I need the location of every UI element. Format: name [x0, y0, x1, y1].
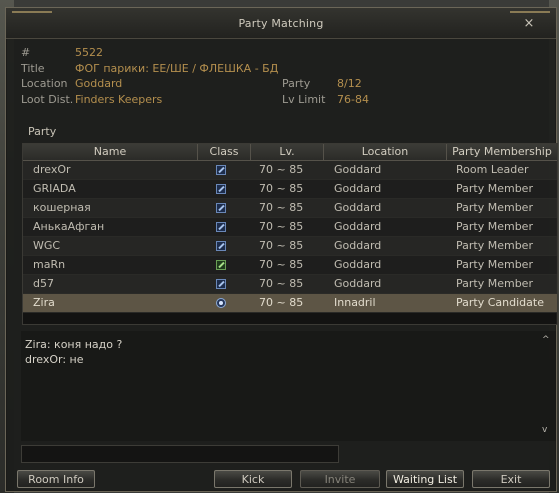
- level-limit-value: 76-84: [337, 93, 369, 106]
- column-header-name[interactable]: Name: [23, 144, 198, 160]
- member-name: maRn: [33, 258, 66, 271]
- member-location: Goddard: [334, 239, 382, 252]
- room-title-value: ФОГ парики: ЕЕ/ШЕ / ФЛЕШКА - БД: [75, 62, 279, 75]
- title-ornament-right: [510, 11, 550, 13]
- column-header-membership[interactable]: Party Membership: [447, 144, 557, 160]
- member-level-range: 70 ~ 85: [259, 201, 304, 214]
- room-info-panel: # 5522 Title ФОГ парики: ЕЕ/ШЕ / ФЛЕШКА …: [21, 46, 551, 118]
- class-sword-icon: [216, 241, 226, 251]
- loot-distribution-value: Finders Keepers: [75, 93, 163, 106]
- loot-distribution-label: Loot Dist.: [21, 93, 74, 106]
- class-staff-icon: [216, 260, 226, 270]
- room-number-value: 5522: [75, 46, 103, 59]
- invite-button[interactable]: Invite: [300, 470, 380, 488]
- window-title: Party Matching: [238, 17, 324, 30]
- title-bar[interactable]: Party Matching ×: [6, 8, 556, 39]
- member-name: кошерная: [33, 201, 91, 214]
- member-location: Goddard: [334, 201, 382, 214]
- column-header-location[interactable]: Location: [324, 144, 447, 160]
- table-header: Name Class Lv. Location Party Membership: [23, 144, 557, 161]
- member-name: d57: [33, 277, 54, 290]
- member-name: WGC: [33, 239, 61, 252]
- room-location-value: Goddard: [75, 77, 123, 90]
- member-membership: Party Member: [456, 277, 533, 290]
- party-count-value: 8/12: [337, 77, 362, 90]
- room-number-label: #: [21, 46, 31, 59]
- member-level-range: 70 ~ 85: [259, 239, 304, 252]
- member-location: Innadril: [334, 296, 376, 309]
- member-location: Goddard: [334, 258, 382, 271]
- table-row-selected[interactable]: Zira 70 ~ 85 Innadril Party Candidate: [23, 294, 557, 313]
- room-info-button[interactable]: Room Info: [17, 470, 95, 488]
- member-level-range: 70 ~ 85: [259, 296, 304, 309]
- member-membership: Room Leader: [456, 163, 529, 176]
- table-row[interactable]: GRIADA 70 ~ 85 Goddard Party Member: [23, 180, 557, 199]
- member-name: drexOr: [33, 163, 71, 176]
- table-row[interactable]: d57 70 ~ 85 Goddard Party Member: [23, 275, 557, 294]
- member-level-range: 70 ~ 85: [259, 182, 304, 195]
- member-location: Goddard: [334, 277, 382, 290]
- party-members-table: Name Class Lv. Location Party Membership…: [22, 143, 558, 325]
- member-level-range: 70 ~ 85: [259, 258, 304, 271]
- class-orb-icon: [216, 298, 226, 308]
- member-name: АнькаАфган: [33, 220, 105, 233]
- member-name: Zira: [33, 296, 55, 309]
- member-membership: Party Member: [456, 201, 533, 214]
- class-sword-icon: [216, 165, 226, 175]
- table-row[interactable]: АнькаАфган 70 ~ 85 Goddard Party Member: [23, 218, 557, 237]
- table-row[interactable]: WGC 70 ~ 85 Goddard Party Member: [23, 237, 557, 256]
- member-level-range: 70 ~ 85: [259, 163, 304, 176]
- close-icon[interactable]: ×: [523, 17, 535, 30]
- scroll-down-icon[interactable]: v: [542, 426, 550, 435]
- class-sword-icon: [216, 222, 226, 232]
- member-membership: Party Candidate: [456, 296, 544, 309]
- waiting-list-button[interactable]: Waiting List: [386, 470, 464, 488]
- column-header-level[interactable]: Lv.: [251, 144, 324, 160]
- chat-message: drexOr: не: [25, 353, 84, 366]
- level-limit-label: Lv Limit: [282, 93, 326, 106]
- table-body: drexOr 70 ~ 85 Goddard Room Leader GRIAD…: [23, 161, 557, 313]
- title-ornament-left: [12, 11, 52, 13]
- party-count-label: Party: [282, 77, 311, 90]
- table-row[interactable]: drexOr 70 ~ 85 Goddard Room Leader: [23, 161, 557, 180]
- scroll-up-icon[interactable]: ^: [542, 336, 550, 345]
- chat-log[interactable]: Zira: коня надо ? drexOr: не ^ v: [21, 331, 556, 441]
- member-membership: Party Member: [456, 239, 533, 252]
- class-sword-icon: [216, 279, 226, 289]
- member-name: GRIADA: [33, 182, 76, 195]
- chat-input[interactable]: [21, 445, 339, 463]
- member-level-range: 70 ~ 85: [259, 277, 304, 290]
- exit-button[interactable]: Exit: [472, 470, 550, 488]
- class-sword-icon: [216, 184, 226, 194]
- member-membership: Party Member: [456, 182, 533, 195]
- kick-button[interactable]: Kick: [214, 470, 292, 488]
- member-location: Goddard: [334, 220, 382, 233]
- member-membership: Party Member: [456, 258, 533, 271]
- member-location: Goddard: [334, 163, 382, 176]
- member-membership: Party Member: [456, 220, 533, 233]
- table-row[interactable]: кошерная 70 ~ 85 Goddard Party Member: [23, 199, 557, 218]
- party-section-label: Party: [28, 125, 57, 138]
- member-level-range: 70 ~ 85: [259, 220, 304, 233]
- chat-message: Zira: коня надо ?: [25, 338, 123, 351]
- party-matching-window: Party Matching × # 5522 Title ФОГ парики…: [5, 7, 558, 492]
- room-location-label: Location: [21, 77, 68, 90]
- table-row[interactable]: maRn 70 ~ 85 Goddard Party Member: [23, 256, 557, 275]
- room-title-label: Title: [21, 62, 45, 75]
- member-location: Goddard: [334, 182, 382, 195]
- column-header-class[interactable]: Class: [198, 144, 251, 160]
- class-sword-icon: [216, 203, 226, 213]
